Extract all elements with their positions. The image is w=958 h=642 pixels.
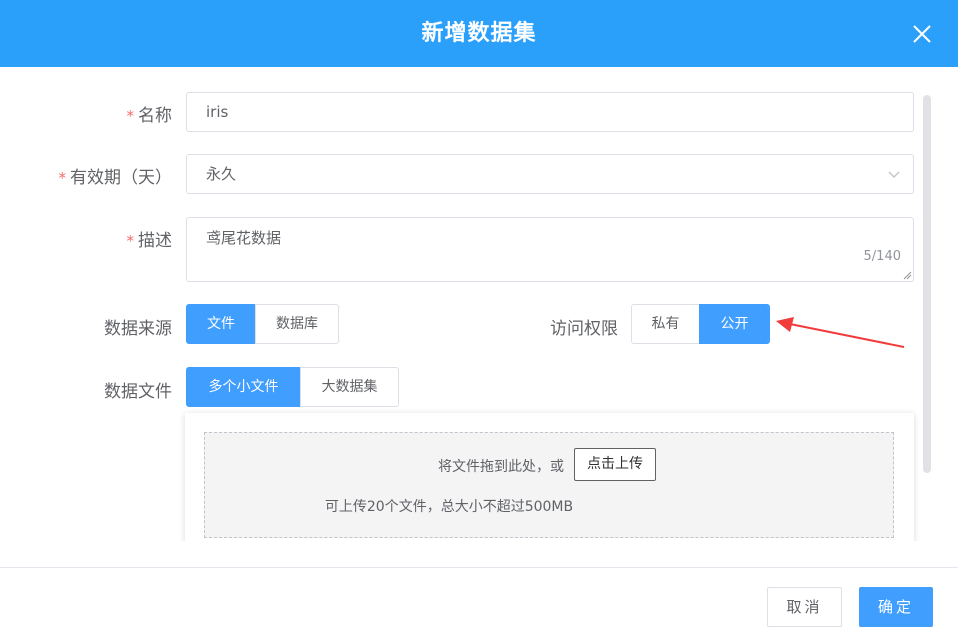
access-option-public[interactable]: 公开 <box>699 304 770 344</box>
footer-divider <box>0 567 958 568</box>
description-textarea[interactable]: 鸢尾花数据 5/140 <box>186 217 914 282</box>
upload-limit-text: 可上传20个文件，总大小不超过500MB <box>324 499 574 515</box>
required-mark: * <box>58 169 67 187</box>
files-option-large-dataset[interactable]: 大数据集 <box>300 367 399 407</box>
files-option-multi-small[interactable]: 多个小文件 <box>186 367 301 407</box>
upload-dropzone[interactable] <box>204 432 894 538</box>
upload-button[interactable]: 点击上传 <box>574 448 656 481</box>
description-label: * 描述 <box>100 226 173 251</box>
required-mark: * <box>126 107 135 125</box>
description-label-text: 描述 <box>138 231 172 251</box>
upload-limit-hint: 可上传20个文件，总大小不超过500MB <box>0 496 958 516</box>
name-label-text: 名称 <box>138 106 172 126</box>
validity-select-value: 永久 <box>206 165 237 183</box>
validity-label: * 有效期（天） <box>40 163 173 188</box>
cancel-button[interactable]: 取消 <box>767 587 842 627</box>
confirm-button[interactable]: 确定 <box>859 587 933 627</box>
footer-spacer <box>0 541 958 567</box>
source-option-file[interactable]: 文件 <box>186 304 256 344</box>
files-toggle: 多个小文件 大数据集 <box>186 367 399 407</box>
files-label: 数据文件 <box>104 382 172 402</box>
annotation-arrow-icon <box>776 317 905 348</box>
dialog-header: 新增数据集 <box>0 0 958 67</box>
chevron-down-icon <box>888 171 900 178</box>
name-input[interactable]: iris <box>186 92 914 132</box>
name-label: * 名称 <box>100 101 173 126</box>
name-input-value: iris <box>206 103 229 121</box>
source-label: 数据来源 <box>104 319 172 339</box>
access-toggle: 私有 公开 <box>631 304 770 344</box>
close-icon[interactable] <box>908 20 936 48</box>
scrollbar[interactable] <box>923 95 931 473</box>
drop-hint: 将文件拖到此处，或 <box>438 459 564 475</box>
required-mark: * <box>126 232 135 250</box>
description-value: 鸢尾花数据 <box>206 229 282 247</box>
access-option-private[interactable]: 私有 <box>631 304 700 344</box>
access-label: 访问权限 <box>550 319 618 339</box>
validity-label-text: 有效期（天） <box>70 168 172 188</box>
validity-select[interactable]: 永久 <box>186 154 914 194</box>
char-counter: 5/140 <box>863 249 901 264</box>
new-dataset-dialog: 新增数据集 * 名称 iris * 有效期（天） 永久 * 描述 鸢尾花数据 5/14… <box>0 0 958 642</box>
dialog-title: 新增数据集 <box>421 21 537 46</box>
source-toggle: 文件 数据库 <box>186 304 339 344</box>
source-option-database[interactable]: 数据库 <box>255 304 339 344</box>
resize-handle-icon[interactable] <box>902 270 912 280</box>
